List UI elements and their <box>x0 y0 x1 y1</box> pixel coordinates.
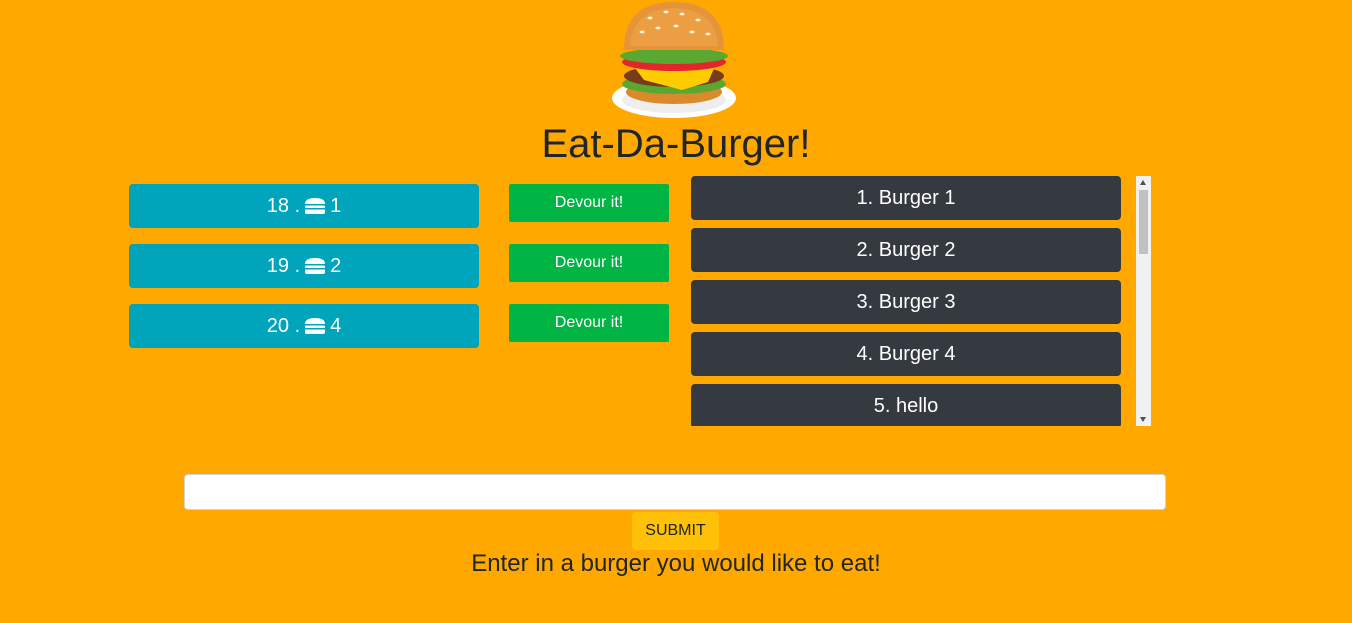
scrollbar[interactable] <box>1136 176 1151 426</box>
burger-name: 4 <box>330 314 342 337</box>
uneaten-burger-item: 19 . 2 <box>129 244 479 288</box>
form-hint: Enter in a burger you would like to eat! <box>471 550 881 577</box>
hamburger-icon <box>305 198 326 214</box>
burger-logo <box>612 2 736 118</box>
eaten-burger-item: 5. hello <box>691 384 1121 426</box>
separator: . <box>294 254 301 277</box>
hamburger-icon <box>305 318 326 334</box>
hamburger-icon <box>305 258 326 274</box>
burger-id: 18 <box>266 194 289 217</box>
burger-name: 2 <box>330 254 342 277</box>
scroll-down-icon[interactable] <box>1140 417 1146 422</box>
uneaten-burger-item: 20 . 4 <box>129 304 479 348</box>
eaten-burger-item: 4. Burger 4 <box>691 332 1121 376</box>
burger-id: 20 <box>266 314 289 337</box>
eaten-burger-item: 1. Burger 1 <box>691 176 1121 220</box>
page-title: Eat-Da-Burger! <box>541 122 811 166</box>
scroll-up-icon[interactable] <box>1140 180 1146 185</box>
devour-button[interactable]: Devour it! <box>509 184 669 222</box>
separator: . <box>294 194 301 217</box>
burger-name-input[interactable] <box>184 474 1166 510</box>
uneaten-burger-item: 18 . 1 <box>129 184 479 228</box>
page: Eat-Da-Burger! 18 . 1 19 . 2 20 . 4 Devo… <box>0 0 1352 623</box>
scrollbar-thumb[interactable] <box>1139 190 1148 254</box>
burger-name: 1 <box>330 194 342 217</box>
submit-button[interactable]: SUBMIT <box>632 512 719 550</box>
burger-id: 19 <box>266 254 289 277</box>
eaten-burger-list[interactable]: 1. Burger 1 2. Burger 2 3. Burger 3 4. B… <box>691 176 1121 426</box>
devour-button[interactable]: Devour it! <box>509 304 669 342</box>
eaten-burger-item: 2. Burger 2 <box>691 228 1121 272</box>
separator: . <box>294 314 301 337</box>
devour-button[interactable]: Devour it! <box>509 244 669 282</box>
eaten-burger-item: 3. Burger 3 <box>691 280 1121 324</box>
